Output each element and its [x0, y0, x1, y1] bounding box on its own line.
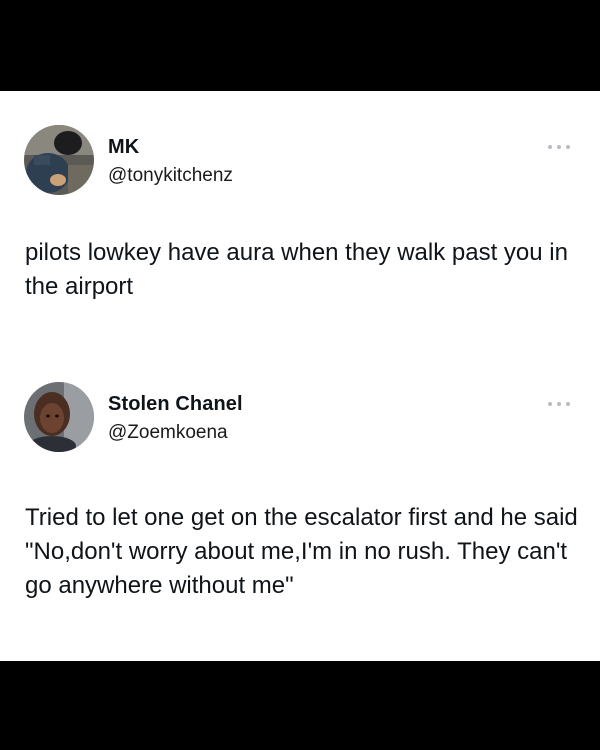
tweet-text: pilots lowkey have aura when they walk p… — [25, 239, 568, 300]
avatar[interactable] — [24, 382, 94, 452]
dot — [566, 145, 570, 149]
dot — [566, 402, 570, 406]
dot — [548, 145, 552, 149]
more-options-icon[interactable] — [548, 142, 570, 152]
user-photo-avatar-icon — [24, 382, 94, 452]
display-name[interactable]: Stolen Chanel — [108, 393, 243, 416]
dot — [557, 402, 561, 406]
dot — [548, 402, 552, 406]
more-options-icon[interactable] — [548, 399, 570, 409]
user-photo-avatar-icon — [24, 125, 94, 195]
user-handle[interactable]: @tonykitchenz — [108, 165, 233, 187]
dot — [557, 145, 561, 149]
display-name[interactable]: MK — [108, 136, 139, 159]
screenshot-frame: MK @tonykitchenz pilots lowkey have aura… — [0, 0, 600, 750]
user-handle[interactable]: @Zoemkoena — [108, 422, 228, 444]
tweet-text: Tried to let one get on the escalator fi… — [25, 504, 578, 599]
avatar[interactable] — [24, 125, 94, 195]
post-card: MK @tonykitchenz pilots lowkey have aura… — [0, 91, 600, 661]
